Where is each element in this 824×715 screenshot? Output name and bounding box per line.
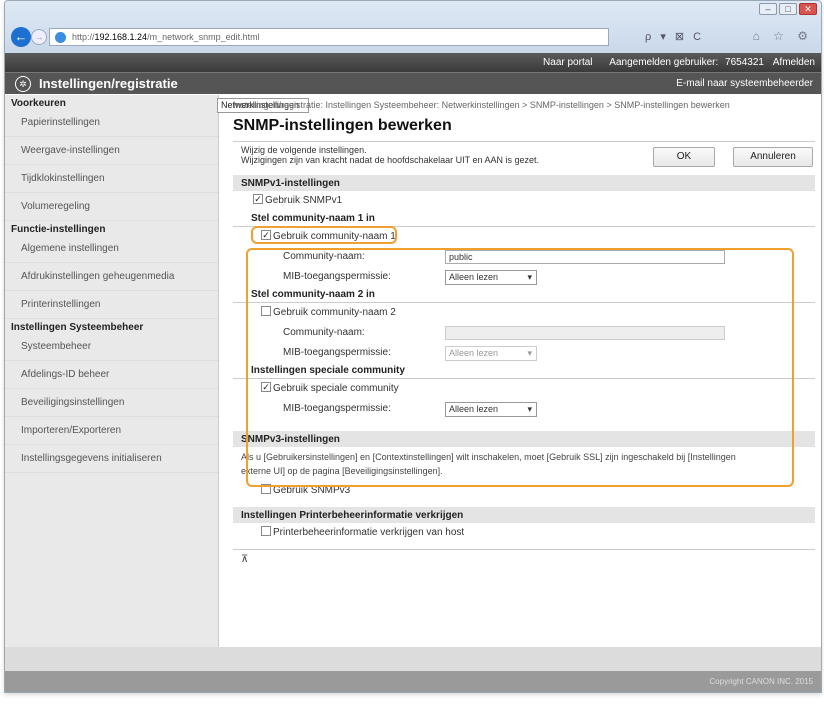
- sidebar-item-department-id[interactable]: Afdelings-ID beheer: [5, 361, 218, 389]
- login-user: 7654321: [725, 57, 764, 68]
- back-to-top-link[interactable]: ⊼: [233, 549, 815, 569]
- page-title: SNMP-instellingen bewerken: [233, 117, 452, 134]
- title-bar: ✲ Instellingen/registratie E-mail naar s…: [5, 72, 821, 94]
- window-controls: – □ ✕: [759, 3, 817, 15]
- login-label: Aangemelden gebruiker:: [609, 57, 719, 68]
- search-refresh-icons[interactable]: ρ ▾ ⊠ C: [645, 30, 704, 43]
- printer-info-row: Printerbeheerinformatie verkrijgen van h…: [233, 523, 815, 543]
- highlight-community: [246, 248, 794, 487]
- maximize-icon[interactable]: □: [779, 3, 797, 15]
- sidebar-item-display[interactable]: Weergave-instellingen: [5, 137, 218, 165]
- printer-info-label: Printerbeheerinformatie verkrijgen van h…: [273, 527, 465, 538]
- sidebar-item-printer[interactable]: Printerinstellingen: [5, 291, 218, 319]
- back-arrow-icon[interactable]: ←: [11, 27, 31, 47]
- settings-icon: ✲: [15, 76, 31, 92]
- description: Wijzig de volgende instellingen. Wijzigi…: [233, 141, 815, 169]
- ok-button[interactable]: OK: [653, 147, 715, 167]
- browser-chrome: – □ ✕ ← → http://192.168.1.24/m_network_…: [5, 1, 821, 53]
- breadcrumb: Instellingen/registratie: Instellingen S…: [233, 100, 730, 110]
- forward-arrow-icon[interactable]: →: [31, 29, 47, 45]
- printer-info-checkbox[interactable]: [261, 526, 271, 537]
- mail-admin-link[interactable]: E-mail naar systeembeheerder: [676, 78, 813, 89]
- bottom-spacer: [5, 647, 821, 671]
- description-line-2: Wijzigingen zijn van kracht nadat de hoo…: [241, 155, 539, 165]
- logout-link[interactable]: Afmelden: [773, 57, 815, 68]
- sidebar-item-system-management[interactable]: Systeembeheer: [5, 333, 218, 361]
- sidebar-item-volume[interactable]: Volumeregeling: [5, 193, 218, 221]
- footer: Copyright CANON INC. 2015: [5, 671, 821, 692]
- sidebar-section-functions: Functie-instellingen: [11, 224, 106, 235]
- sidebar-item-general[interactable]: Algemene instellingen: [5, 235, 218, 263]
- sidebar: Voorkeuren Papierinstellingen Weergave-i…: [5, 95, 309, 647]
- sidebar-item-paper[interactable]: Papierinstellingen: [5, 109, 218, 137]
- highlight-snmpv1: [251, 226, 397, 244]
- close-icon[interactable]: ✕: [799, 3, 817, 15]
- sidebar-item-import-export[interactable]: Importeren/Exporteren: [5, 417, 218, 445]
- sidebar-item-clock[interactable]: Tijdklokinstellingen: [5, 165, 218, 193]
- use-snmpv1-checkbox[interactable]: ✓: [253, 194, 263, 205]
- sidebar-section-preferences: Voorkeuren: [11, 98, 66, 109]
- sidebar-item-security[interactable]: Beveiligingsinstellingen: [5, 389, 218, 417]
- community-1-header: Stel community-naam 1 in: [233, 211, 815, 227]
- sidebar-item-initialize[interactable]: Instellingsgegevens initialiseren: [5, 445, 218, 473]
- page-header-title: Instellingen/registratie: [39, 76, 178, 91]
- sidebar-section-system: Instellingen Systeembeheer: [11, 322, 144, 333]
- sidebar-item-memory-media[interactable]: Afdrukinstellingen geheugenmedia: [5, 263, 218, 291]
- printer-info-header: Instellingen Printerbeheerinformatie ver…: [233, 507, 815, 523]
- top-bar: Naar portal Aangemelden gebruiker: 76543…: [5, 53, 821, 72]
- use-snmpv1-row: ✓ Gebruik SNMPv1: [233, 191, 815, 211]
- use-snmpv1-label: Gebruik SNMPv1: [265, 195, 343, 206]
- snmpv1-header: SNMPv1-instellingen: [233, 175, 815, 191]
- home-star-gear-icons[interactable]: ⌂ ☆ ⚙: [753, 29, 813, 43]
- description-line-1: Wijzig de volgende instellingen.: [241, 145, 367, 155]
- ie-logo-icon: [55, 32, 66, 43]
- address-bar[interactable]: http://192.168.1.24/m_network_snmp_edit.…: [49, 28, 609, 46]
- cancel-button[interactable]: Annuleren: [733, 147, 813, 167]
- browser-window: – □ ✕ ← → http://192.168.1.24/m_network_…: [4, 0, 822, 693]
- main-area: Voorkeuren Papierinstellingen Weergave-i…: [5, 95, 821, 647]
- minimize-icon[interactable]: –: [759, 3, 777, 15]
- portal-link[interactable]: Naar portal: [543, 57, 592, 68]
